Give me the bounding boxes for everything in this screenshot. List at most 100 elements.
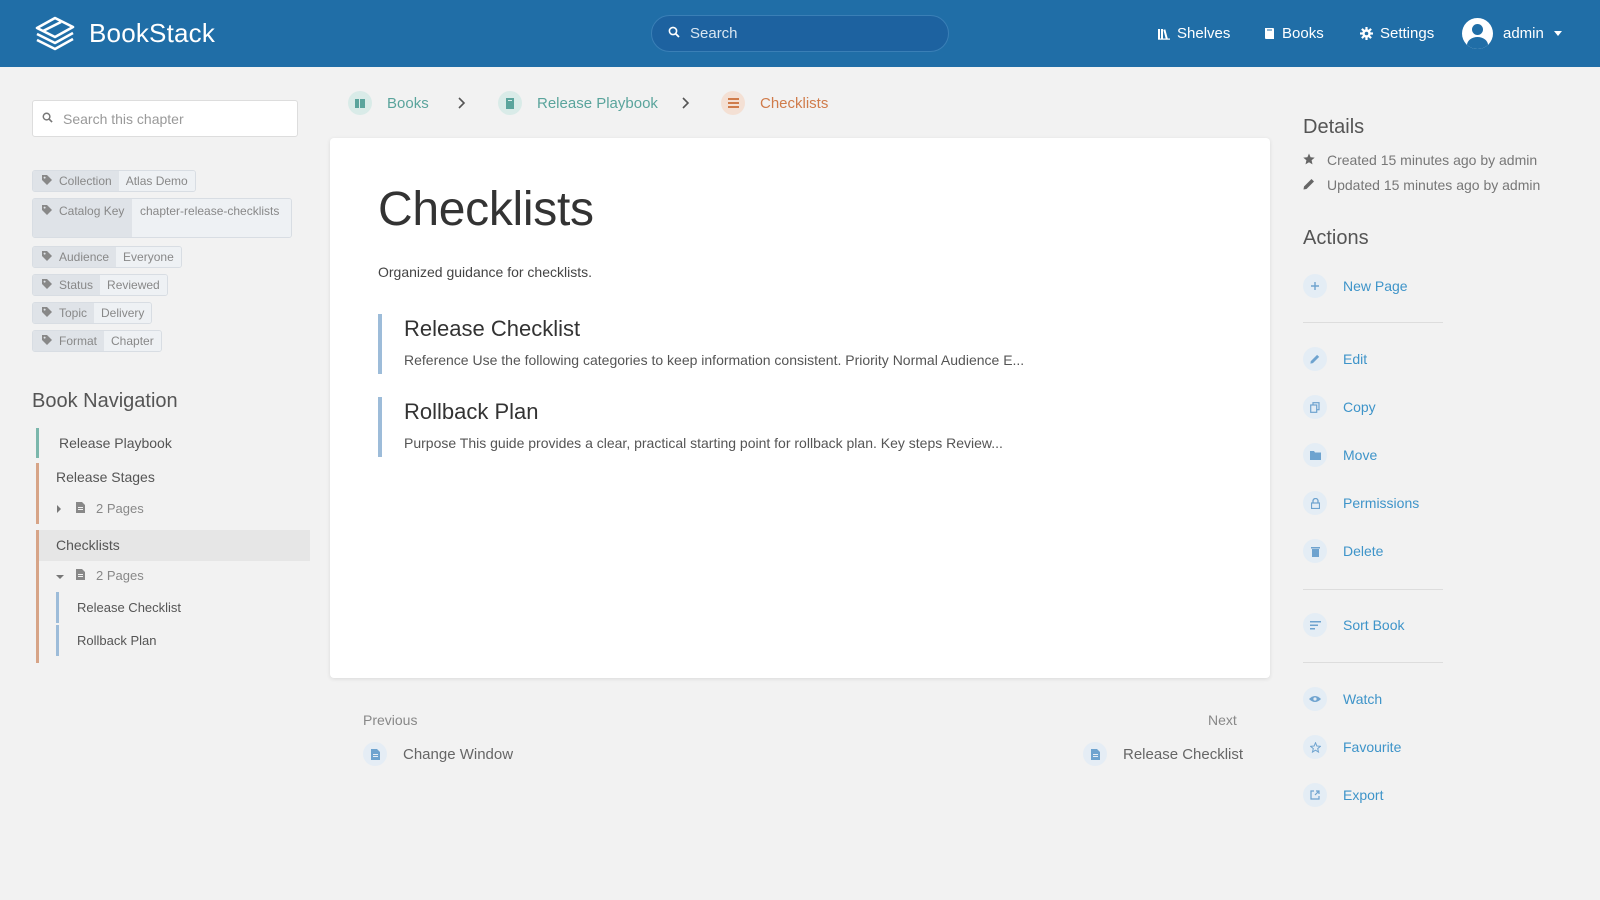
action-label: Copy (1343, 399, 1376, 415)
sort-book-action[interactable]: Sort Book (1303, 613, 1404, 637)
nav-shelves-label: Shelves (1177, 25, 1231, 42)
permissions-action[interactable]: Permissions (1303, 491, 1419, 515)
created-info: Created 15 minutes ago by admin (1303, 152, 1537, 168)
chevron-right-icon (458, 96, 466, 114)
book-icon (498, 91, 522, 115)
book-nav-book-label: Release Playbook (59, 435, 172, 451)
book-nav-page[interactable]: Rollback Plan (56, 625, 157, 656)
nav-settings[interactable]: Settings (1360, 0, 1434, 67)
chapter-search-input[interactable] (63, 110, 283, 127)
book-nav-page[interactable]: Release Checklist (56, 592, 181, 623)
action-label: Move (1343, 447, 1378, 463)
divider (1303, 322, 1443, 323)
new-page-action[interactable]: New Page (1303, 274, 1408, 298)
tag-name: Format (59, 334, 98, 348)
tag-value: Everyone (116, 247, 181, 267)
favourite-action[interactable]: Favourite (1303, 735, 1401, 759)
folder-icon (1303, 443, 1327, 467)
divider (1303, 589, 1443, 590)
tag-name: Audience (59, 250, 110, 264)
page-entry-title: Rollback Plan (404, 399, 539, 424)
page-entry[interactable]: Rollback Plan Purpose This guide provide… (378, 397, 1218, 457)
move-action[interactable]: Move (1303, 443, 1377, 467)
tag-name: Catalog Key (59, 204, 125, 218)
details-title: Details (1303, 116, 1365, 138)
tag-format[interactable]: Format Chapter (32, 330, 162, 352)
chevron-down-icon (56, 568, 64, 583)
breadcrumb-label: Release Playbook (537, 94, 658, 112)
breadcrumb-label: Checklists (760, 94, 829, 112)
tag-catalog-key[interactable]: Catalog Key chapter-release-checklists (32, 198, 292, 238)
chapter-icon (721, 91, 745, 115)
edit-action[interactable]: Edit (1303, 347, 1367, 371)
pages-count: 2 Pages (96, 568, 144, 583)
book-nav-book[interactable]: Release Playbook (36, 428, 310, 458)
previous-link-label: Change Window (403, 745, 514, 763)
previous-link[interactable]: Change Window (363, 742, 513, 766)
delete-action[interactable]: Delete (1303, 539, 1383, 563)
pages-toggle[interactable]: 2 Pages (56, 501, 144, 516)
tag-icon (42, 174, 59, 188)
action-label: Edit (1343, 351, 1368, 367)
next-link-label: Release Checklist (1123, 745, 1244, 763)
search-input[interactable] (690, 25, 930, 42)
page-icon (363, 742, 387, 766)
shelves-icon (1158, 28, 1170, 40)
page-entry-excerpt: Reference Use the following categories t… (404, 352, 1025, 368)
actions-title: Actions (1303, 227, 1369, 249)
app-logo[interactable]: BookStack (33, 14, 215, 52)
previous-label: Previous (363, 712, 418, 728)
chapter-accent-bar (36, 530, 39, 663)
search-icon (42, 110, 53, 128)
breadcrumb-chapter[interactable]: Checklists (721, 91, 828, 115)
book-navigation-title: Book Navigation (32, 390, 178, 412)
tag-topic[interactable]: Topic Delivery (32, 302, 153, 324)
tag-audience[interactable]: Audience Everyone (32, 246, 182, 268)
book-nav-chapter-release-stages[interactable]: Release Stages (56, 469, 155, 485)
action-label: Delete (1343, 543, 1384, 559)
avatar (1462, 18, 1493, 49)
tag-icon (42, 334, 59, 348)
chapter-accent-bar (36, 463, 39, 524)
page-entry[interactable]: Release Checklist Reference Use the foll… (378, 314, 1218, 374)
bookstack-logo-icon (33, 14, 77, 52)
tag-icon (42, 278, 59, 292)
action-label: Sort Book (1343, 617, 1405, 633)
tag-collection[interactable]: Collection Atlas Demo (32, 170, 196, 192)
user-name: admin (1503, 25, 1544, 42)
chapter-search[interactable] (32, 100, 298, 137)
pages-toggle[interactable]: 2 Pages (56, 568, 144, 583)
nav-books-label: Books (1282, 25, 1324, 42)
chapter-description: Organized guidance for checklists. (378, 264, 592, 280)
action-label: New Page (1343, 278, 1408, 294)
chevron-down-icon (1553, 31, 1562, 36)
next-link[interactable]: Release Checklist (1083, 742, 1243, 766)
star-icon (1303, 735, 1327, 759)
breadcrumb-book[interactable]: Release Playbook (498, 91, 658, 115)
pencil-icon (1303, 347, 1327, 371)
action-label: Favourite (1343, 739, 1402, 755)
action-label: Export (1343, 787, 1384, 803)
export-action[interactable]: Export (1303, 783, 1383, 807)
breadcrumb-books[interactable]: Books (348, 91, 429, 115)
sort-icon (1303, 613, 1327, 637)
nav-books[interactable]: Books (1264, 0, 1324, 67)
page-title: Checklists (378, 183, 594, 236)
page-icon (1083, 742, 1107, 766)
export-icon (1303, 783, 1327, 807)
page-icon (76, 501, 85, 516)
book-nav-chapter-checklists[interactable]: Checklists (56, 537, 120, 553)
tag-value: Delivery (94, 303, 152, 323)
user-menu[interactable]: admin (1462, 18, 1562, 49)
watch-action[interactable]: Watch (1303, 687, 1382, 711)
copy-action[interactable]: Copy (1303, 395, 1376, 419)
star-icon (1303, 152, 1327, 168)
breadcrumb-label: Books (387, 94, 429, 112)
nav-shelves[interactable]: Shelves (1158, 0, 1230, 67)
tag-value: Atlas Demo (118, 171, 195, 191)
tag-status[interactable]: Status Reviewed (32, 274, 168, 296)
tag-icon (42, 202, 59, 218)
global-search[interactable] (651, 15, 949, 52)
page-entry-excerpt: Purpose This guide provides a clear, pra… (404, 435, 1003, 451)
page-entry-title: Release Checklist (404, 316, 581, 341)
